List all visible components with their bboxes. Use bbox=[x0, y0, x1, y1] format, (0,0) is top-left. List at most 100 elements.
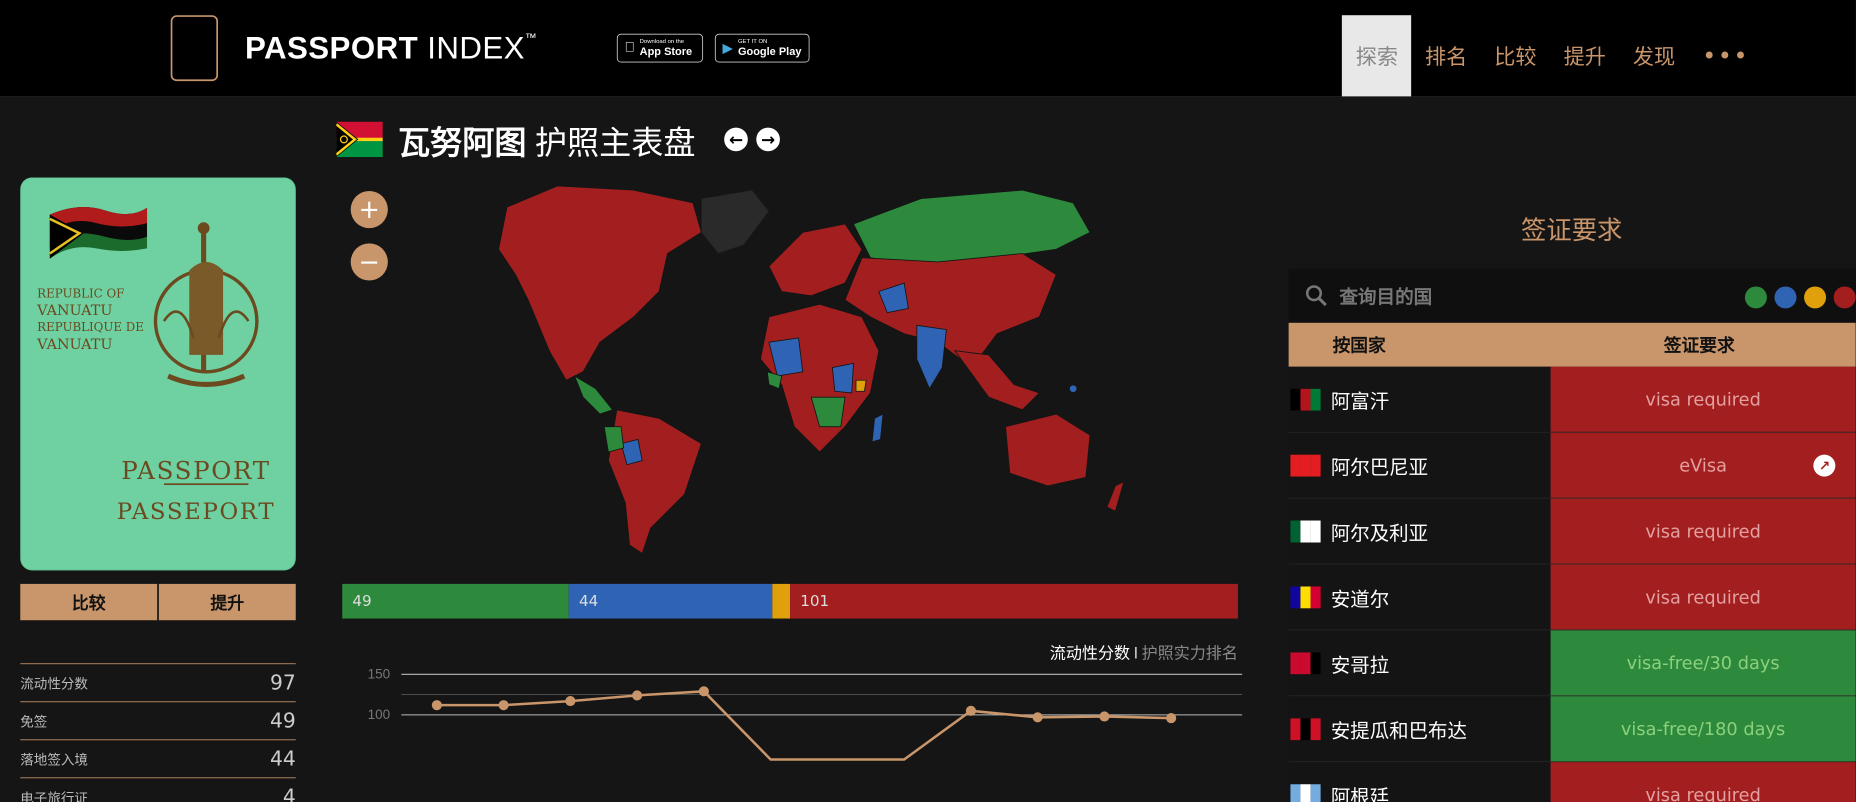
top-navbar: PASSPORT INDEX™  Download on theApp Sto… bbox=[0, 0, 1856, 98]
data-point[interactable] bbox=[1099, 711, 1110, 722]
map-south-america[interactable] bbox=[607, 409, 702, 555]
data-point[interactable] bbox=[965, 705, 976, 716]
map-south-america-green[interactable] bbox=[603, 426, 625, 453]
map-africa-blue-east[interactable] bbox=[831, 362, 854, 394]
data-point[interactable] bbox=[1032, 712, 1043, 723]
requirement-text: visa required bbox=[1645, 784, 1761, 802]
stat-row: 流动性分数 97 bbox=[20, 663, 296, 701]
more-menu-icon[interactable]: ••• bbox=[1689, 15, 1763, 96]
world-map[interactable] bbox=[448, 173, 1141, 562]
country-flag-icon bbox=[1290, 586, 1321, 608]
map-pacific-islands[interactable] bbox=[1069, 385, 1077, 393]
country-name: 安道尔 bbox=[1330, 588, 1390, 611]
map-australia[interactable] bbox=[1005, 413, 1091, 487]
passport-rank-tab[interactable]: 护照实力排名 bbox=[1142, 644, 1238, 663]
dashboard-subtitle: 护照主表盘 bbox=[534, 123, 696, 161]
data-point[interactable] bbox=[1166, 713, 1177, 724]
app-store-badge[interactable]:  Download on theApp Store bbox=[616, 33, 704, 63]
status-filter-dots bbox=[1744, 286, 1856, 309]
stat-row: 免签 49 bbox=[20, 701, 296, 739]
passport-logo-icon[interactable] bbox=[170, 15, 219, 82]
sort-by-country[interactable]: 按国家 bbox=[1289, 323, 1551, 367]
nav-discover[interactable]: 发现 bbox=[1619, 15, 1688, 96]
map-central-america[interactable] bbox=[573, 375, 614, 415]
search-icon bbox=[1305, 285, 1327, 307]
arrow-left-icon[interactable]: ← bbox=[724, 127, 748, 152]
coat-of-arms-icon bbox=[153, 222, 259, 387]
map-india[interactable] bbox=[916, 324, 947, 390]
map-madagascar[interactable] bbox=[871, 413, 884, 443]
requirement-cell: visa-free/30 days bbox=[1550, 630, 1856, 696]
passport-word: PASSPORT bbox=[121, 456, 271, 486]
mobility-line-chart: 150 100 bbox=[368, 668, 1243, 761]
country-name: 阿根廷 bbox=[1330, 786, 1390, 802]
requirement-text: visa required bbox=[1645, 586, 1761, 608]
data-point[interactable] bbox=[565, 696, 576, 707]
map-africa-yellow[interactable] bbox=[855, 379, 867, 392]
zoom-in-button[interactable]: + bbox=[350, 190, 388, 229]
passeport-word: PASSEPORT bbox=[116, 498, 276, 525]
play-icon: ▶ bbox=[722, 41, 733, 56]
country-name: 阿尔巴尼亚 bbox=[1330, 456, 1429, 479]
requirement-cell: visa-free/180 days bbox=[1550, 696, 1856, 762]
country-name: 阿富汗 bbox=[1330, 390, 1390, 413]
requirement-cell: eVisa ↗ bbox=[1550, 432, 1856, 498]
nav-ranking[interactable]: 排名 bbox=[1411, 15, 1480, 96]
visa-row[interactable]: 安提瓜和巴布达 visa-free/180 days bbox=[1288, 696, 1856, 763]
sort-by-requirement[interactable]: 签证要求 bbox=[1551, 323, 1856, 367]
requirement-cell: visa required bbox=[1550, 366, 1856, 432]
country-flag-icon bbox=[1290, 717, 1321, 740]
passport-republic-text: REPUBLIC OF VANUATU REPUBLIQUE DE VANUAT… bbox=[37, 287, 144, 354]
data-point[interactable] bbox=[698, 686, 709, 697]
map-russia[interactable] bbox=[852, 189, 1091, 267]
map-southeast-asia[interactable] bbox=[953, 350, 1041, 411]
nav-boost[interactable]: 提升 bbox=[1550, 15, 1619, 96]
map-north-america[interactable] bbox=[498, 185, 702, 381]
filter-dot[interactable] bbox=[1804, 286, 1827, 309]
external-link-icon[interactable]: ↗ bbox=[1813, 454, 1836, 477]
filter-dot[interactable] bbox=[1774, 286, 1797, 309]
dashboard-title: 瓦努阿图 护照主表盘 ← → bbox=[336, 118, 780, 161]
visa-row[interactable]: 安哥拉 visa-free/30 days bbox=[1288, 630, 1856, 697]
search-input[interactable]: 查询目的国 bbox=[1339, 282, 1432, 309]
visa-table-rows: 阿富汗 visa required 阿尔巴尼亚 eVisa ↗ 阿尔及利亚 visa req… bbox=[1288, 366, 1856, 802]
google-play-badge[interactable]: ▶ GET IT ON Google Play bbox=[714, 33, 810, 63]
arrow-right-icon[interactable]: → bbox=[756, 127, 780, 152]
boost-button[interactable]: 提升 bbox=[158, 583, 296, 621]
map-europe[interactable] bbox=[768, 223, 863, 297]
series-line bbox=[436, 690, 1172, 761]
filter-dot[interactable] bbox=[1744, 286, 1767, 309]
country-flag-icon bbox=[1290, 454, 1321, 477]
mobility-score-tab[interactable]: 流动性分数 bbox=[1050, 644, 1130, 663]
requirement-cell: visa required bbox=[1550, 498, 1856, 564]
nav-compare[interactable]: 比较 bbox=[1481, 15, 1550, 96]
visa-requirements-title: 签证要求 bbox=[1521, 216, 1623, 246]
country-flag-icon bbox=[1290, 388, 1321, 411]
map-new-zealand[interactable] bbox=[1106, 480, 1125, 512]
site-logo[interactable]: PASSPORT INDEX™ bbox=[245, 30, 537, 65]
country-name: 阿尔及利亚 bbox=[1330, 522, 1429, 545]
data-point[interactable] bbox=[632, 690, 643, 701]
stat-row: 落地签入境 44 bbox=[20, 739, 296, 777]
country-cell: 阿根廷 bbox=[1288, 762, 1551, 802]
data-point[interactable] bbox=[498, 700, 509, 711]
visa-row[interactable]: 安道尔 visa required bbox=[1288, 564, 1856, 631]
compare-button[interactable]: 比较 bbox=[20, 583, 158, 621]
destination-search[interactable]: 查询目的国 bbox=[1288, 268, 1856, 323]
country-name: 安提瓜和巴布达 bbox=[1330, 720, 1467, 743]
nav-explore[interactable]: 探索 bbox=[1342, 15, 1412, 97]
filter-dot[interactable] bbox=[1833, 286, 1856, 309]
visa-row[interactable]: 阿尔巴尼亚 eVisa ↗ bbox=[1288, 432, 1856, 499]
country-flag-icon bbox=[1290, 783, 1321, 802]
requirement-text: visa required bbox=[1645, 520, 1761, 542]
stat-row: 电子旅行证 4 bbox=[20, 777, 296, 802]
visa-row[interactable]: 阿富汗 visa required bbox=[1288, 366, 1856, 433]
data-point[interactable] bbox=[431, 700, 442, 711]
country-cell: 安道尔 bbox=[1288, 564, 1551, 630]
visa-row[interactable]: 阿尔及利亚 visa required bbox=[1288, 498, 1856, 565]
requirement-cell: visa required bbox=[1550, 564, 1856, 630]
zoom-out-button[interactable]: − bbox=[350, 243, 388, 281]
country-cell: 安提瓜和巴布达 bbox=[1288, 696, 1551, 762]
visa-row[interactable]: 阿根廷 visa required bbox=[1288, 762, 1856, 802]
summary-segment bbox=[772, 583, 791, 619]
